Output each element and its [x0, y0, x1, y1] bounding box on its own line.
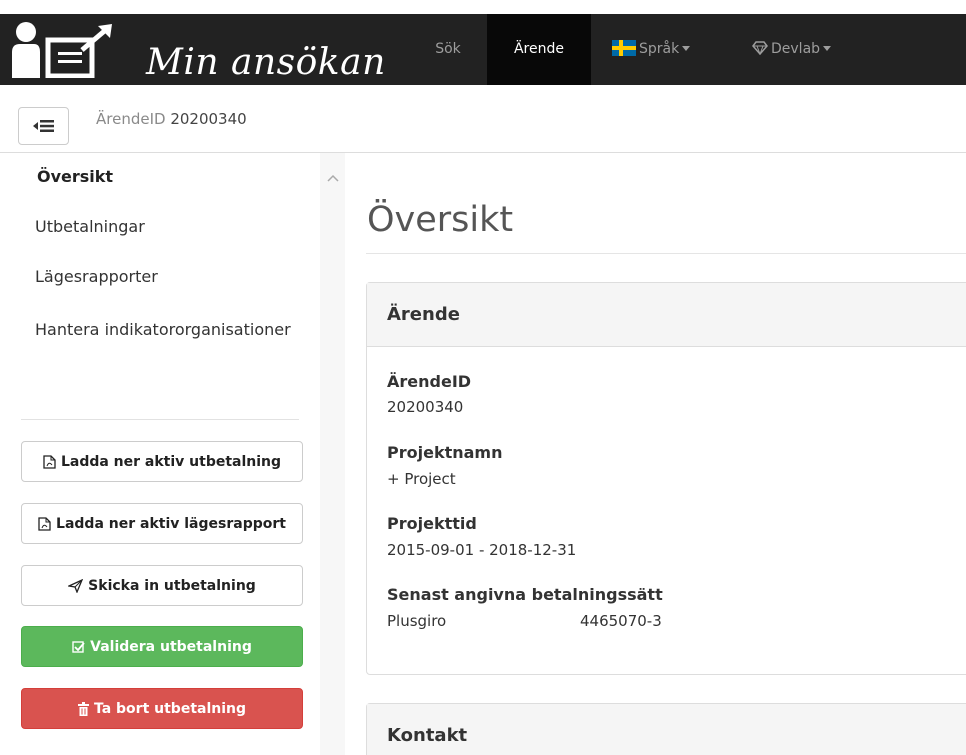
download-active-payment-button[interactable]: Ladda ner aktiv utbetalning — [21, 441, 303, 482]
sidebar-item-label: Översikt — [37, 167, 114, 186]
chevron-up-icon[interactable] — [327, 174, 339, 182]
validate-payment-button[interactable]: Validera utbetalning — [21, 626, 303, 667]
paper-plane-icon — [68, 578, 84, 593]
chevron-down-icon — [823, 46, 832, 51]
page-title: Översikt — [367, 200, 514, 240]
field-label-projektnamn: Projektnamn — [387, 443, 503, 462]
sidebar-item-lagesrapporter[interactable]: Lägesrapporter — [35, 267, 158, 286]
applicant-form-icon — [12, 22, 112, 78]
diamond-icon — [752, 41, 768, 55]
breadcrumb-label: ÄrendeID — [96, 110, 166, 128]
nav-sok-label: Sök — [435, 41, 461, 57]
field-value-arendeid: 20200340 — [387, 398, 464, 416]
sidebar-item-label: Lägesrapporter — [35, 267, 158, 286]
button-label: Skicka in utbetalning — [88, 577, 256, 594]
field-value-projekttid: 2015-09-01 - 2018-12-31 — [387, 541, 577, 559]
field-value-plusgiro-number: 4465070-3 — [580, 612, 662, 630]
nav-arende[interactable]: Ärende — [487, 14, 591, 85]
sidebar-item-oversikt[interactable]: Översikt — [37, 167, 113, 186]
panel-title: Kontakt — [367, 704, 966, 755]
nav-devlab-label: Devlab — [771, 41, 821, 57]
panel-title: Ärende — [367, 283, 966, 347]
submit-payment-button[interactable]: Skicka in utbetalning — [21, 565, 303, 606]
pdf-file-icon — [43, 454, 56, 469]
top-strip — [0, 0, 966, 14]
sidebar-toggle-button[interactable] — [18, 107, 69, 145]
breadcrumb: ÄrendeID 20200340 — [96, 110, 247, 128]
heading-divider — [366, 253, 966, 254]
delete-payment-button[interactable]: Ta bort utbetalning — [21, 688, 303, 729]
nav-sprak-dropdown[interactable]: Språk — [604, 14, 724, 85]
button-label: Validera utbetalning — [90, 638, 252, 655]
field-label-arendeid: ÄrendeID — [387, 372, 472, 391]
sidebar-item-utbetalningar[interactable]: Utbetalningar — [35, 217, 145, 236]
sidebar-item-indikatororganisationer[interactable]: Hantera indikatororganisationer — [22, 316, 292, 343]
field-label-projekttid: Projekttid — [387, 514, 477, 533]
sidebar-divider — [21, 419, 299, 420]
button-label: Ladda ner aktiv lägesrapport — [56, 515, 286, 532]
download-active-report-button[interactable]: Ladda ner aktiv lägesrapport — [21, 503, 303, 544]
sidebar-item-label: Utbetalningar — [35, 217, 145, 236]
field-label-betalningssatt: Senast angivna betalningssätt — [387, 585, 663, 604]
chevron-down-icon — [682, 46, 691, 51]
pdf-file-icon — [38, 516, 51, 531]
nav-arende-label: Ärende — [513, 41, 564, 57]
check-square-icon — [72, 640, 85, 653]
nav-devlab-dropdown[interactable]: Devlab — [740, 14, 860, 85]
trash-icon — [77, 701, 89, 716]
brand[interactable]: Min ansökan — [6, 20, 385, 83]
navbar: Min ansökan Sök Ärende Språk Devlab — [0, 14, 966, 85]
breadcrumb-value: 20200340 — [170, 110, 247, 128]
field-value-projektnamn: + Project — [387, 470, 456, 488]
nav-sok[interactable]: Sök — [418, 14, 478, 85]
field-value-betalningssatt: Plusgiro — [387, 612, 447, 630]
menu-collapse-icon — [32, 120, 54, 132]
nav-sprak-label: Språk — [639, 41, 680, 57]
sidebar-scrollbar[interactable] — [320, 153, 345, 755]
button-label: Ta bort utbetalning — [93, 700, 247, 717]
app-title: Min ansökan — [146, 42, 386, 83]
swedish-flag-icon — [612, 40, 636, 56]
button-label: Ladda ner aktiv utbetalning — [60, 453, 282, 470]
sidebar-item-label: Hantera indikatororganisationer — [35, 320, 291, 339]
kontakt-panel: Kontakt — [366, 703, 966, 755]
arende-panel: Ärende — [366, 282, 966, 675]
